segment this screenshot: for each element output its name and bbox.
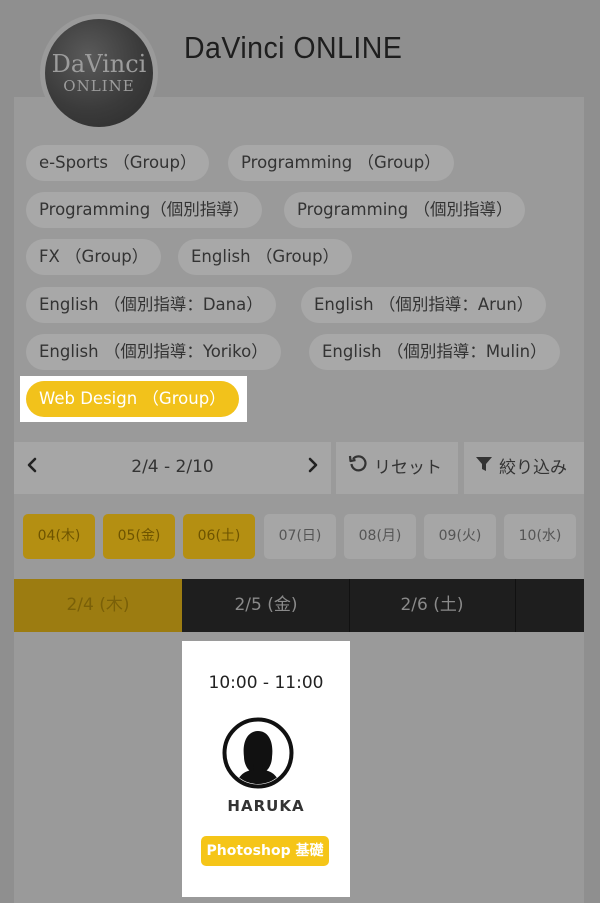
week-range: 2/4 - 2/10 [131,457,214,477]
reset-icon [348,442,368,494]
logo-text-line2: ONLINE [63,77,135,95]
category-chip-esports-group[interactable]: e-Sports （Group） [26,145,210,181]
filter-icon [475,442,493,494]
tab-day-2-6[interactable]: 2/6 (土) [348,579,516,632]
category-chip-english-arun[interactable]: English （個別指導：Arun） [301,287,547,323]
chevron-right-icon[interactable] [307,456,319,479]
tab-day-2-7[interactable]: 2/ [514,579,584,632]
reset-label: リセット [374,458,442,478]
lesson-card[interactable]: 10:00 - 11:00 HARUKA Photoshop 基礎 [182,641,350,897]
teacher-avatar-icon [222,717,294,789]
day-pill-10[interactable]: 10(水) [504,514,576,559]
teacher-name: HARUKA [227,797,305,815]
filter-button[interactable]: 絞り込み [464,442,584,494]
category-chip-english-dana[interactable]: English （個別指導：Dana） [26,287,276,323]
week-navigator: 2/4 - 2/10 [14,442,331,494]
category-chip-programming-private-2[interactable]: Programming （個別指導） [284,192,526,228]
day-pill-07[interactable]: 07(日) [264,514,336,559]
tab-day-2-5[interactable]: 2/5 (金) [182,579,350,632]
page: DaVinci ONLINE DaVinci ONLINE e-Sports （… [0,0,600,903]
category-chip-programming-group[interactable]: Programming （Group） [228,145,454,181]
reset-button[interactable]: リセット [336,442,458,494]
day-pill-05[interactable]: 05(金) [103,514,175,559]
category-chip-english-yoriko[interactable]: English （個別指導：Yoriko） [26,334,281,370]
site-logo[interactable]: DaVinci ONLINE [40,14,158,132]
day-pill-06[interactable]: 06(土) [183,514,255,559]
day-pill-08[interactable]: 08(月) [344,514,416,559]
chevron-left-icon[interactable] [26,456,38,479]
category-chip-english-group[interactable]: English （Group） [178,239,353,275]
day-pill-04[interactable]: 04(木) [23,514,95,559]
filter-label: 絞り込み [499,458,567,478]
site-title: DaVinci ONLINE [184,30,403,65]
category-chip-fx-group[interactable]: FX （Group） [26,239,162,275]
tab-day-2-4[interactable]: 2/4 (木) [14,579,182,632]
category-chip-web-design-group[interactable]: Web Design （Group） [26,381,239,417]
logo-image: DaVinci ONLINE [45,19,153,127]
category-chip-english-mulin[interactable]: English （個別指導：Mulin） [309,334,560,370]
day-tabs: 2/4 (木) 2/5 (金) 2/6 (土) 2/ [14,579,584,632]
lesson-time: 10:00 - 11:00 [208,673,324,693]
course-badge[interactable]: Photoshop 基礎 [201,836,329,866]
day-pill-09[interactable]: 09(火) [424,514,496,559]
category-chip-programming-private-1[interactable]: Programming（個別指導） [26,192,263,228]
logo-text-line1: DaVinci [51,50,147,78]
